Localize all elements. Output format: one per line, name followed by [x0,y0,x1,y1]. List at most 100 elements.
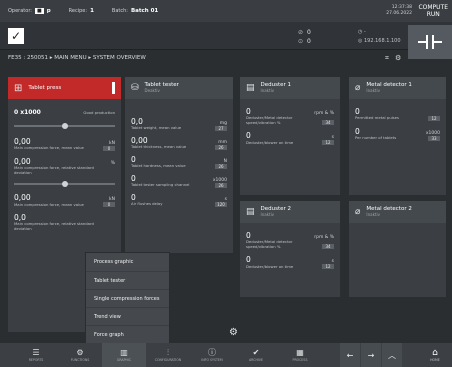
menu-item-force-graph[interactable]: Force graph [86,325,169,343]
tablet-tester-header[interactable]: ⛁ Tablet tester Deaktiv [125,77,233,99]
production-value: 0 x1000 [14,109,41,116]
d1-r2-badge[interactable]: 12 [322,140,334,146]
nav-archive[interactable]: ✔ ARCHIVE [234,343,278,367]
metal-detector-1-header[interactable]: ⌀ Metal detector 1 Inaktiv [349,77,446,99]
comp2-badge[interactable]: 0 [103,202,115,208]
arrow-right-icon[interactable]: → [361,343,381,367]
gear-icon[interactable]: ⚙ [229,327,238,338]
d2-r2: 0 s [246,255,334,264]
tt-r1-label: Tablet weight, mean value [131,125,182,131]
slider-knob[interactable] [62,123,69,129]
nav-arrows: ← → ︿ [340,343,402,367]
deduster-1-card[interactable]: ▤ Deduster 1 Inaktiv 0 rpm & % Deduster/M… [240,77,340,195]
paperclip-icon: ⌀ [355,83,361,93]
comp2-value: 0,00 [14,193,31,203]
machine-logo-icon [418,35,442,49]
expand-icon[interactable]: ⌗ [385,54,389,63]
counter-1: 0 [307,29,311,36]
breadcrumb: FE35 : 250051 ▸ MAIN MENU ▸ SYSTEM OVERV… [8,55,146,61]
acknowledge-checkbox[interactable]: ✓ [8,28,24,44]
connection-status: ◷ - ◎ 192.168.1.100 [358,28,401,46]
nav-functions[interactable]: ⚙ FUNCTIONS [58,343,102,367]
d1-r2: 0 s [246,131,334,140]
operator-value: p [46,8,51,14]
tt-r1-badge[interactable]: 27 [215,126,227,131]
tablet-press-header[interactable]: ⊞ Tablet press [8,77,121,99]
d2-r1-label-row: Deduster/Metal detector speed/vibration … [246,239,334,250]
d2-r1-badge[interactable]: 34 [322,244,334,250]
info-icon: ⓘ [208,348,216,357]
md1-r1-badge[interactable]: 12 [428,116,440,121]
slider-knob-2[interactable] [62,181,69,188]
d2-r2-badge[interactable]: 12 [322,264,334,270]
nav-info-system[interactable]: ⓘ INFO SYSTEM [190,343,234,367]
nav-graphic-label: GRAPHIC [116,358,132,362]
d1-r2-value: 0 [246,131,251,141]
counter-2: 0 [307,38,311,45]
comp2-label: Main compression force, mean value [14,201,84,207]
menu-item-trend-view[interactable]: Trend view [86,307,169,325]
batch-segment[interactable]: Batch: Batch 01 [112,8,158,14]
production-slider[interactable] [14,123,115,129]
operator-segment[interactable]: Operator: ■ p [8,8,51,14]
tt-r3-label-row: Tablet hardness, mean value 26 [131,164,227,169]
metal-detector-2-card[interactable]: ⌀ Metal detector 2 Inaktiv [349,201,446,297]
comp1-badge[interactable]: 0 [103,146,115,151]
breadcrumb-tools: ⌗ ⚙ [385,54,401,63]
tt-r2-badge[interactable]: 26 [215,145,227,150]
deduster-2-card[interactable]: ▤ Deduster 2 Inaktiv 0 rpm & % Deduster/M… [240,201,340,297]
chevron-up-icon[interactable]: ︿ [382,343,402,367]
d1-r2-label-row: Deduster/blower on time 12 [246,140,334,146]
tt-r4-label: Tablet tester sampling channel [131,182,190,188]
nav-configuration-label: CONFIGURATION [154,358,182,362]
nav-reports[interactable]: ☰ REPORTS [14,343,58,367]
metal-detector-2-header[interactable]: ⌀ Metal detector 2 Inaktiv [349,201,446,223]
config-icon: ⫶ [167,348,169,357]
status-bar-indicator [112,82,115,94]
nav-configuration[interactable]: ⫶ CONFIGURATION [146,343,190,367]
d1-r1-label: Deduster/Metal detector speed/vibration … [246,115,293,125]
md1-r1-label: Permitted metal pulses [355,115,399,121]
operator-icon: ■ [34,8,44,14]
logo-tile [408,25,452,59]
clock-icon: ◷ [358,29,363,35]
metal-detector-2-sub: Inaktiv [366,212,380,217]
recipe-segment[interactable]: Recipe: 1 [69,8,94,14]
tablet-tester-icon: ⛁ [131,83,139,93]
metal-detector-1-card[interactable]: ⌀ Metal detector 1 Inaktiv 0 Permitted me… [349,77,446,195]
tt-r5-badge[interactable]: 120 [215,202,227,207]
compression-slider[interactable] [14,181,115,188]
rsd2-label: Main compression force, relative standar… [14,221,94,231]
deduster-1-header[interactable]: ▤ Deduster 1 Inaktiv [240,77,340,99]
status-2: 192.168.1.100 [363,38,401,44]
tt-r3-label: Tablet hardness, mean value [131,163,186,169]
alarm-counters[interactable]: ⊘ 0 ⊙ 0 [298,28,311,46]
network-icon: ◎ [358,38,363,44]
tt-r4-badge[interactable]: 26 [215,183,227,188]
md1-r2-label: Per number of tablets [355,135,397,141]
tt-r3-badge[interactable]: 26 [215,164,227,169]
menu-item-tablet-tester[interactable]: Tablet tester [86,271,169,289]
home-button[interactable]: ⌂ HOME [418,343,452,367]
recipe-label: Recipe: [68,8,88,14]
home-label: HOME [430,358,440,362]
md1-r1-label-row: Permitted metal pulses 12 [355,116,440,121]
deduster-icon-2: ▤ [246,207,255,217]
batch-label: Batch: [111,8,128,14]
menu-item-single-compression-forces[interactable]: Single compression forces [86,289,169,307]
operator-label: Operator: [8,8,32,14]
settings-icon[interactable]: ⚙ [395,54,401,63]
status-1: - [363,29,366,35]
deduster-2-sub: Inaktiv [260,212,275,217]
chart-icon: ▥ [120,348,128,357]
nav-graphic[interactable]: ▥ GRAPHIC [102,343,146,367]
d1-r1-badge[interactable]: 34 [322,120,334,126]
arrow-left-icon[interactable]: ← [340,343,360,367]
md1-r2-badge[interactable]: 33 [428,136,440,141]
deduster-2-header[interactable]: ▤ Deduster 2 Inaktiv [240,201,340,223]
nav-process[interactable]: ▦ PROCESS [278,343,322,367]
tablet-tester-card[interactable]: ⛁ Tablet tester Deaktiv 0,0 mg Tablet wei… [125,77,233,253]
production-row: 0 x1000 Good production [14,109,115,116]
tablet-press-icon: ⊞ [14,82,23,94]
menu-item-process-graphic[interactable]: Process graphic [86,253,169,271]
